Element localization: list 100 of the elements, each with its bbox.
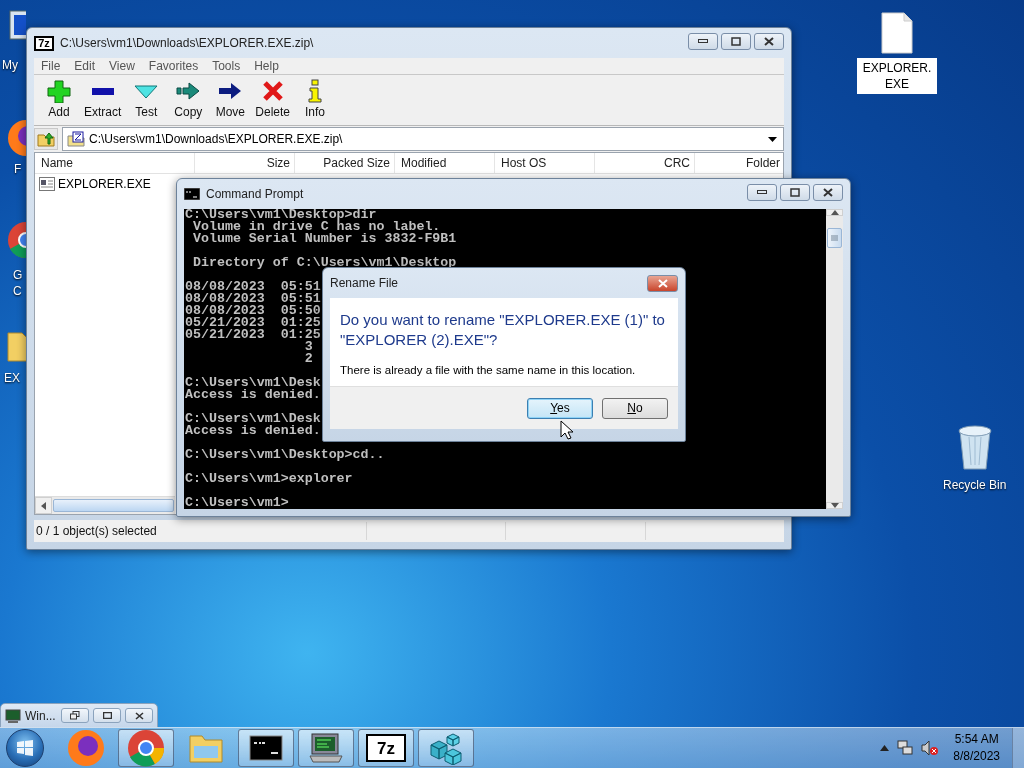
menu-item[interactable]: File [34,59,68,73]
console-line: C:\Users\vm1\Desktop>dir [185,209,377,221]
monitor-icon [308,732,344,764]
up-arrow-icon[interactable] [880,745,890,751]
toolbar-button[interactable]: Move [209,79,252,119]
clock[interactable]: 5:54 AM 8/8/2023 [953,731,1000,765]
dialog-title: Rename File [330,276,400,290]
column-header[interactable]: Modified [395,153,495,173]
up-folder-button[interactable] [34,128,58,150]
menu-item[interactable]: Edit [67,59,103,73]
close-button[interactable] [813,183,843,201]
toolbar-button[interactable]: Test [125,79,168,119]
console-line: C:\Users\vm1>explorer [185,473,353,485]
restore-icon [70,711,80,720]
close-icon [764,36,774,46]
menu-item[interactable]: View [102,59,142,73]
menu-item[interactable]: Tools [205,59,248,73]
console-line: Access is denied. [185,425,321,437]
dialog-button[interactable]: Yes [527,397,593,419]
maximize-icon [731,36,741,46]
column-header[interactable]: Packed Size [295,153,395,173]
column-header[interactable]: Name [35,153,195,173]
toolbar-button[interactable]: Extract [80,79,126,119]
console-line: C:\Users\vm1\Desk [185,377,321,389]
console-line: 2 [303,353,313,365]
firefox-icon [66,728,106,768]
close-button[interactable] [754,32,784,50]
menu-item[interactable]: Favorites [141,59,206,73]
console-line: Access is denied. [185,389,321,401]
icon-label: EX [4,371,20,385]
folder-up-icon [37,131,55,147]
window-title: Win... [25,708,57,723]
taskbar-button[interactable]: 7z [358,729,414,767]
muted-speaker-icon[interactable] [921,740,940,756]
taskbar-button[interactable] [238,729,294,767]
horizontal-scrollbar[interactable] [35,496,175,514]
console-line: Directory of C:\Users\vm1\Desktop [191,257,457,269]
maximize-button[interactable] [780,183,810,201]
maximize-icon [102,712,112,719]
console-line: 08/08/2023 05:51 [185,281,321,293]
console-line: 05/21/2023 01:25 [185,317,321,329]
console-line: C:\Users\vm1\Desk [185,413,321,425]
toolbar-button[interactable]: Info [294,79,337,119]
close-icon [823,187,833,197]
windows-logo-icon [17,740,33,756]
icon-label: C [13,284,22,298]
minimized-window[interactable]: Win... [0,703,158,728]
maximize-button[interactable] [721,32,751,50]
column-header[interactable]: CRC [595,153,695,173]
dialog-button[interactable]: No [602,397,668,419]
console-line: 08/08/2023 05:50 [185,305,321,317]
minimize-button[interactable] [688,32,718,50]
console-line: 05/21/2023 01:25 [185,329,321,341]
archive-logo: 7z [366,734,406,762]
minimize-icon [757,190,767,194]
column-header[interactable]: Folder [695,153,783,173]
console-line: Volume Serial Number is 3832-F9B1 [191,233,457,245]
up-arrow-icon [830,210,839,215]
maximize-button[interactable] [93,708,121,723]
toolbar-button[interactable]: Add [38,79,80,119]
icon-label[interactable]: EXPLORER.EXE [857,58,937,94]
network-icon[interactable] [897,740,914,756]
folder-icon [188,732,224,764]
vertical-scrollbar[interactable] [826,209,843,509]
icon-label: G [13,268,23,282]
minimize-button[interactable] [747,183,777,201]
console-line: C:\Users\vm1> [185,497,289,509]
mouse-cursor-icon [560,420,573,440]
icon-label: My [2,58,18,72]
restore-button[interactable] [61,708,89,723]
toolbar-button[interactable]: Copy [167,79,210,119]
monitor-icon [5,708,21,723]
window-title: C:\Users\vm1\Downloads\EXPLORER.EXE.zip\ [60,36,315,50]
minus-icon [91,88,114,95]
arrow-icon [175,79,202,103]
window-title: Command Prompt [206,187,305,201]
recycle-bin-icon [955,423,994,471]
menu-item[interactable]: Help [247,59,286,73]
close-button[interactable] [125,708,153,723]
cubes-icon [427,731,465,765]
terminal-icon [184,188,200,200]
down-arrow-icon [830,503,839,508]
file-row[interactable]: EXPLORER.EXE [35,174,155,194]
left-arrow-icon [41,501,46,510]
column-header[interactable]: Size [195,153,295,173]
grip-icon [831,235,838,241]
toolbar-button[interactable]: Delete [251,79,295,119]
column-header[interactable]: Host OS [495,153,595,173]
console-line: C:\Users\vm1\Desktop>cd.. [185,449,385,461]
plus-icon [46,79,72,103]
icon-label[interactable]: Recycle Bin [940,475,1010,495]
console-line: 08/08/2023 05:51 [185,293,321,305]
start-button[interactable] [6,729,44,767]
icon-label: F [14,162,22,176]
dialog-question: Do you want to rename "EXPLORER.EXE (1)" to "EXPLORER (2).EXE"? [340,310,666,350]
close-icon [134,711,144,720]
status-text: 0 / 1 object(s) selected [36,524,158,538]
address-field[interactable]: C:\Users\vm1\Downloads\EXPLORER.EXE.zip\ [62,127,784,151]
archive-icon [67,131,85,147]
archive-logo: 7z [34,35,54,51]
